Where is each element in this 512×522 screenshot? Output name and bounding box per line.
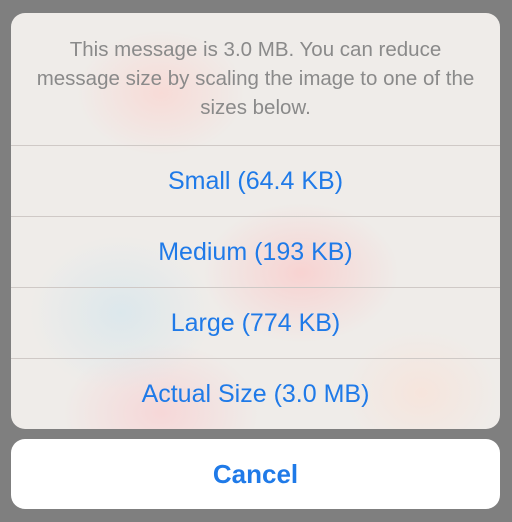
cancel-button[interactable]: Cancel: [11, 439, 500, 509]
option-large-button[interactable]: Large (774 KB): [11, 287, 500, 358]
option-small-button[interactable]: Small (64.4 KB): [11, 145, 500, 216]
option-actual-size-button[interactable]: Actual Size (3.0 MB): [11, 358, 500, 429]
action-sheet: This message is 3.0 MB. You can reduce m…: [11, 13, 500, 429]
action-sheet-message: This message is 3.0 MB. You can reduce m…: [36, 38, 475, 119]
option-medium-button[interactable]: Medium (193 KB): [11, 216, 500, 287]
